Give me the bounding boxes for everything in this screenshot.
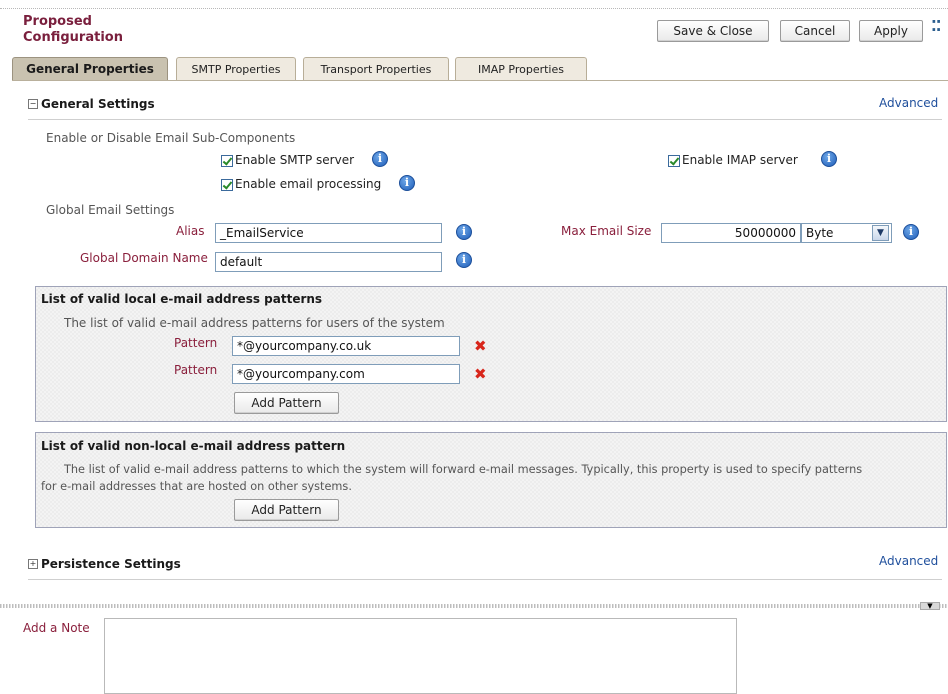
enable-email-processing-row: Enable email processing <box>221 177 381 191</box>
smtp-info-icon[interactable]: i <box>372 151 388 167</box>
global-email-settings-label: Global Email Settings <box>46 203 175 217</box>
tab-imap-properties[interactable]: IMAP Properties <box>455 57 587 80</box>
apply-button[interactable]: Apply <box>859 20 923 42</box>
page-title: Proposed Configuration <box>23 14 123 46</box>
general-settings-header[interactable]: − General Settings <box>28 97 155 111</box>
persistence-settings-header[interactable]: + Persistence Settings <box>28 557 181 571</box>
enable-smtp-label: Enable SMTP server <box>235 153 355 167</box>
tab-general-properties[interactable]: General Properties <box>12 57 168 80</box>
max-size-info-icon[interactable]: i <box>903 224 919 240</box>
max-email-size-label: Max Email Size <box>561 224 652 238</box>
save-close-button[interactable]: Save & Close <box>657 20 769 42</box>
enable-imap-row: Enable IMAP server <box>668 153 798 167</box>
domain-info-icon[interactable]: i <box>456 252 472 268</box>
collapse-icon[interactable]: − <box>28 99 38 109</box>
tab-transport-properties[interactable]: Transport Properties <box>303 57 449 80</box>
persistence-settings-title: Persistence Settings <box>41 557 181 571</box>
nonlocal-patterns-title: List of valid non-local e-mail address p… <box>41 439 346 453</box>
add-note-label: Add a Note <box>23 621 90 635</box>
cancel-button[interactable]: Cancel <box>780 20 850 42</box>
global-domain-input[interactable]: default <box>215 252 442 272</box>
alias-info-icon[interactable]: i <box>456 224 472 240</box>
enable-smtp-checkbox[interactable] <box>221 154 233 167</box>
enable-email-processing-checkbox[interactable] <box>221 178 233 191</box>
local-patterns-panel <box>35 286 947 422</box>
email-processing-info-icon[interactable]: i <box>399 175 415 191</box>
page-title-line1: Proposed <box>23 14 92 29</box>
alias-input[interactable]: _EmailService <box>215 223 442 243</box>
pattern-label-2: Pattern <box>174 363 218 377</box>
general-settings-title: General Settings <box>41 97 155 111</box>
tab-smtp-properties[interactable]: SMTP Properties <box>176 57 296 80</box>
general-settings-divider <box>28 119 942 120</box>
page-title-line2: Configuration <box>23 30 123 45</box>
tab-divider <box>12 80 948 81</box>
max-email-size-unit-value: Byte <box>806 226 834 240</box>
toolbar-grip-icon[interactable]: ⁚⁚ <box>931 17 941 35</box>
nonlocal-patterns-description-2: for e-mail addresses that are hosted on … <box>41 480 352 493</box>
enable-smtp-row: Enable SMTP server <box>221 153 354 167</box>
pattern-label-1: Pattern <box>174 336 218 350</box>
subcomponents-label: Enable or Disable Email Sub-Components <box>46 131 296 145</box>
alias-label: Alias <box>176 224 205 238</box>
local-patterns-description: The list of valid e-mail address pattern… <box>64 316 445 330</box>
global-domain-label: Global Domain Name <box>80 251 208 265</box>
general-advanced-link[interactable]: Advanced <box>879 96 938 110</box>
pattern-input-2[interactable]: *@yourcompany.com <box>232 364 460 384</box>
imap-info-icon[interactable]: i <box>821 151 837 167</box>
pattern-input-1[interactable]: *@yourcompany.co.uk <box>232 336 460 356</box>
chevron-down-icon[interactable]: ▼ <box>872 225 889 241</box>
remove-pattern-1-icon[interactable]: ✖ <box>474 339 487 354</box>
nonlocal-patterns-description-1: The list of valid e-mail address pattern… <box>64 463 863 476</box>
local-patterns-title: List of valid local e-mail address patte… <box>41 292 323 306</box>
enable-imap-checkbox[interactable] <box>668 154 680 167</box>
note-textarea[interactable] <box>104 618 737 694</box>
enable-email-processing-label: Enable email processing <box>235 177 382 191</box>
expand-icon[interactable]: + <box>28 559 38 569</box>
remove-pattern-2-icon[interactable]: ✖ <box>474 367 487 382</box>
persistence-settings-divider <box>28 579 942 580</box>
collapse-arrow-icon[interactable]: ▼ <box>920 602 940 610</box>
max-email-size-input[interactable]: 50000000 <box>661 223 801 243</box>
note-splitter[interactable] <box>0 604 948 608</box>
persistence-advanced-link[interactable]: Advanced <box>879 554 938 568</box>
enable-imap-label: Enable IMAP server <box>682 153 798 167</box>
add-nonlocal-pattern-button[interactable]: Add Pattern <box>234 499 339 521</box>
add-local-pattern-button[interactable]: Add Pattern <box>234 392 339 414</box>
top-divider <box>0 8 948 9</box>
